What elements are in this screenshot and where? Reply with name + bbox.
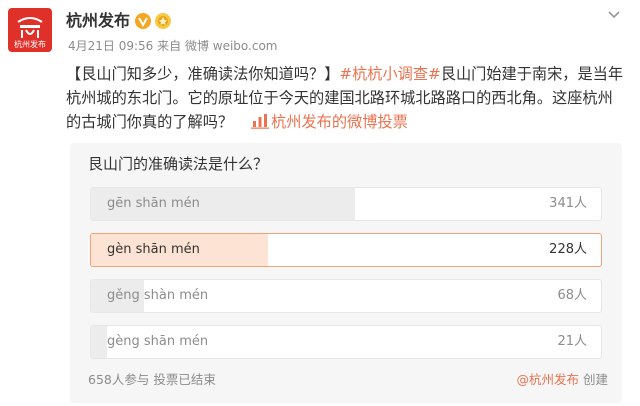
poll-creator: @杭州发布 创建 bbox=[516, 372, 608, 388]
poll-status: 658人参与 投票已结束 bbox=[88, 372, 216, 387]
avatar[interactable]: 杭州发布 bbox=[8, 8, 52, 52]
poll-option-label: gēn shān mén bbox=[107, 196, 200, 211]
poll-option[interactable]: gèng shān mén 21人 bbox=[90, 325, 602, 359]
post-source: 来自 微博 weibo.com bbox=[157, 39, 278, 53]
topic-link[interactable]: #杭杭小调查# bbox=[339, 65, 440, 83]
poll-creator-link[interactable]: @杭州发布 bbox=[516, 372, 579, 387]
poll-option-count: 68人 bbox=[557, 288, 587, 303]
post-lead: 【艮山门知多少，准确读法你知道吗？】 bbox=[66, 65, 340, 83]
poll-creator-suffix: 创建 bbox=[582, 372, 608, 387]
poll-option-count: 228人 bbox=[549, 242, 587, 257]
post-date[interactable]: 4月21日 09:56 bbox=[68, 39, 153, 53]
poll-option[interactable]: gēn shān mén 341人 bbox=[90, 187, 602, 221]
poll-option-count: 21人 bbox=[557, 334, 587, 349]
poll-option-label: gěng shàn mén bbox=[107, 288, 209, 303]
poll-link[interactable]: 杭州发布的微博投票 bbox=[271, 113, 408, 131]
post-text: 【艮山门知多少，准确读法你知道吗？】#杭杭小调查#艮山门始建于南宋，是当年杭州城… bbox=[66, 62, 626, 134]
poll-option-count: 341人 bbox=[549, 196, 587, 211]
verified-v-icon bbox=[135, 13, 151, 29]
poll-question: 艮山门的准确读法是什么？ bbox=[88, 155, 269, 173]
gold-badge-icon[interactable] bbox=[154, 12, 172, 30]
poll-option-label: gèng shān mén bbox=[107, 334, 209, 349]
poll-option-label: gèn shān mén bbox=[107, 242, 200, 257]
post-meta: 4月21日 09:56 来自 微博 weibo.com bbox=[68, 38, 278, 54]
chevron-down-icon[interactable] bbox=[606, 6, 622, 22]
poll-option[interactable]: gěng shàn mén 68人 bbox=[90, 279, 602, 313]
account-name[interactable]: 杭州发布 bbox=[66, 11, 130, 31]
poll-option-fill bbox=[91, 326, 108, 358]
poll-option[interactable]: gèn shān mén 228人 bbox=[90, 233, 602, 267]
avatar-label: 杭州发布 bbox=[14, 40, 46, 49]
poll-icon bbox=[251, 114, 270, 129]
post-header: 杭州发布 杭州发布 4月21日 09:56 来自 微博 weibo.com bbox=[0, 0, 640, 60]
poll-card: 艮山门的准确读法是什么？ gēn shān mén 341人 gèn shān … bbox=[70, 143, 622, 403]
